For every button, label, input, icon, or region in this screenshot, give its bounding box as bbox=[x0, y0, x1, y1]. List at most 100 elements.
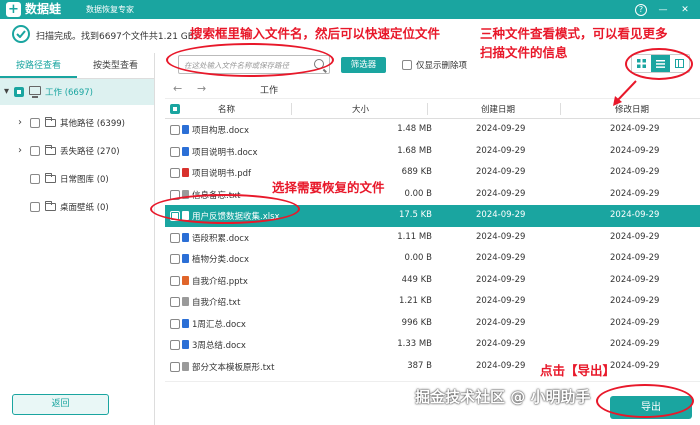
export-annotation: 点击【导出】 bbox=[540, 363, 616, 378]
tab-by-path[interactable]: 按路径查看 bbox=[0, 53, 77, 78]
tree-item-lost-paths[interactable]: › 丢失路径 (270) bbox=[0, 137, 154, 165]
tree-item-label: 其他路径 (6399) bbox=[60, 119, 125, 129]
minimize-button[interactable]: — bbox=[652, 0, 674, 19]
forward-arrow-icon[interactable]: → bbox=[197, 82, 206, 95]
file-size: 1.68 MB bbox=[397, 145, 432, 156]
computer-icon bbox=[29, 86, 41, 98]
file-size: 387 B bbox=[407, 360, 432, 371]
scan-complete-check-icon bbox=[12, 25, 30, 43]
tree-root-label: 工作 (6697) bbox=[45, 88, 93, 98]
column-created[interactable]: 创建日期 bbox=[481, 103, 515, 115]
file-name: 自我介绍.pptx bbox=[192, 276, 248, 287]
file-name: 项目说明书.docx bbox=[192, 147, 258, 158]
row-checkbox[interactable] bbox=[170, 125, 180, 135]
file-name: 自我介绍.txt bbox=[192, 298, 241, 308]
view-mode-annotation-line1: 三种文件查看模式，可以看见更多 bbox=[480, 26, 668, 41]
back-button[interactable]: 返回 bbox=[12, 394, 109, 415]
column-name[interactable]: 名称 bbox=[218, 103, 235, 115]
tree-item-checkbox[interactable] bbox=[30, 174, 40, 184]
tree-item-desktop-wallpaper[interactable]: 桌面壁纸 (0) bbox=[0, 193, 154, 221]
tab-by-type[interactable]: 按类型查看 bbox=[77, 53, 154, 78]
docx-file-icon bbox=[182, 125, 189, 134]
show-deleted-only-label: 仅显示删除项 bbox=[416, 61, 468, 71]
table-row[interactable]: 项目构思.docx 1.48 MB 2024-09-29 2024-09-29 bbox=[165, 119, 700, 141]
current-path: 工作 bbox=[260, 86, 279, 96]
row-checkbox[interactable] bbox=[170, 361, 180, 372]
table-row[interactable]: 语段积累.docx 1.11 MB 2024-09-29 2024-09-29 bbox=[165, 227, 700, 249]
column-size[interactable]: 大小 bbox=[352, 103, 369, 115]
file-modified-date: 2024-09-29 bbox=[610, 296, 660, 306]
tree-item-checkbox[interactable] bbox=[30, 146, 40, 156]
docx-file-icon bbox=[182, 318, 189, 328]
show-deleted-only-toggle[interactable]: 仅显示删除项 bbox=[402, 59, 467, 71]
file-name: 部分文本模板原形.txt bbox=[192, 362, 275, 373]
app-logo-icon: + bbox=[6, 2, 21, 17]
select-file-annotation: 选择需要恢复的文件 bbox=[272, 180, 385, 195]
file-modified-date: 2024-09-29 bbox=[610, 231, 660, 242]
row-checkbox[interactable] bbox=[170, 275, 180, 286]
row-checkbox[interactable] bbox=[170, 232, 180, 243]
app-name: 数据蛙 bbox=[25, 2, 62, 16]
file-size: 1.33 MB bbox=[397, 339, 432, 349]
file-size: 0.00 B bbox=[404, 253, 432, 263]
file-modified-date: 2024-09-29 bbox=[610, 210, 660, 220]
row-checkbox[interactable] bbox=[170, 297, 180, 307]
chevron-down-icon[interactable]: ▾ bbox=[4, 86, 9, 97]
table-row[interactable]: 部分文本模板原形.txt 387 B 2024-09-29 2024-09-29 bbox=[165, 356, 700, 378]
close-button[interactable]: ✕ bbox=[674, 0, 696, 19]
table-body: 项目构思.docx 1.48 MB 2024-09-29 2024-09-29 项目说明… bbox=[165, 119, 700, 381]
column-divider bbox=[560, 103, 561, 115]
tree-root-checkbox[interactable] bbox=[14, 87, 24, 97]
file-size: 1.11 MB bbox=[397, 231, 432, 242]
table-row[interactable]: 1周汇总.docx 996 KB 2024-09-29 2024-09-29 bbox=[165, 313, 700, 335]
show-deleted-only-checkbox[interactable] bbox=[402, 60, 412, 70]
file-created-date: 2024-09-29 bbox=[476, 296, 526, 306]
table-row[interactable]: 自我介绍.pptx 449 KB 2024-09-29 2024-09-29 bbox=[165, 270, 700, 292]
filter-button[interactable]: 筛选器 bbox=[341, 57, 386, 73]
table-row[interactable]: 自我介绍.txt 1.21 KB 2024-09-29 2024-09-29 bbox=[165, 291, 700, 313]
tree-item-daily-gallery[interactable]: 日常图库 (0) bbox=[0, 165, 154, 193]
folder-icon bbox=[45, 145, 56, 155]
search-annotation: 搜索框里输入文件名，然后可以快速定位文件 bbox=[190, 26, 441, 41]
back-arrow-icon[interactable]: ← bbox=[173, 82, 182, 95]
row-checkbox[interactable] bbox=[170, 168, 180, 178]
row-checkbox[interactable] bbox=[170, 146, 180, 157]
selected-file-highlight-ellipse bbox=[150, 194, 300, 224]
docx-file-icon bbox=[182, 146, 189, 156]
file-created-date: 2024-09-29 bbox=[476, 339, 526, 349]
tree-root-work[interactable]: ▾ 工作 (6697) bbox=[0, 79, 154, 105]
folder-icon bbox=[45, 173, 56, 183]
file-size: 1.48 MB bbox=[397, 124, 432, 134]
row-checkbox[interactable] bbox=[170, 340, 180, 350]
app-subtitle: 数据恢复专家 bbox=[86, 5, 134, 14]
file-table: 名称 大小 创建日期 修改日期 项目构思.docx 1.48 MB 2024-09-… bbox=[165, 99, 700, 381]
file-created-date: 2024-09-29 bbox=[476, 145, 526, 156]
file-created-date: 2024-09-29 bbox=[476, 317, 526, 328]
view-mode-arrow-icon bbox=[613, 80, 637, 106]
row-checkbox[interactable] bbox=[170, 254, 180, 264]
tree-item-other-paths[interactable]: › 其他路径 (6399) bbox=[0, 109, 154, 137]
table-row[interactable]: 项目说明书.pdf 689 KB 2024-09-29 2024-09-29 bbox=[165, 162, 700, 184]
sidebar: 按路径查看 按类型查看 ▾ 工作 (6697) › 其他路径 (6399) › … bbox=[0, 53, 155, 425]
tree-item-checkbox[interactable] bbox=[30, 202, 40, 212]
file-name: 1周汇总.docx bbox=[192, 319, 246, 330]
folder-icon bbox=[45, 117, 56, 127]
chevron-right-icon[interactable]: › bbox=[18, 117, 22, 128]
table-row[interactable]: 项目说明书.docx 1.68 MB 2024-09-29 2024-09-29 bbox=[165, 141, 700, 163]
file-name: 3周总结.docx bbox=[192, 341, 246, 351]
help-button[interactable]: ? bbox=[630, 0, 652, 19]
chevron-right-icon[interactable]: › bbox=[18, 145, 22, 156]
file-created-date: 2024-09-29 bbox=[476, 124, 526, 134]
table-row[interactable]: 3周总结.docx 1.33 MB 2024-09-29 2024-09-29 bbox=[165, 334, 700, 356]
column-divider bbox=[291, 103, 292, 115]
column-divider bbox=[427, 103, 428, 115]
select-all-checkbox[interactable] bbox=[170, 104, 180, 114]
file-created-date: 2024-09-29 bbox=[476, 231, 526, 242]
file-modified-date: 2024-09-29 bbox=[610, 167, 660, 177]
file-modified-date: 2024-09-29 bbox=[610, 360, 660, 371]
folder-icon bbox=[45, 201, 56, 211]
table-row[interactable]: 植物分类.docx 0.00 B 2024-09-29 2024-09-29 bbox=[165, 248, 700, 270]
file-created-date: 2024-09-29 bbox=[476, 360, 526, 371]
tree-item-checkbox[interactable] bbox=[30, 118, 40, 128]
row-checkbox[interactable] bbox=[170, 318, 180, 329]
